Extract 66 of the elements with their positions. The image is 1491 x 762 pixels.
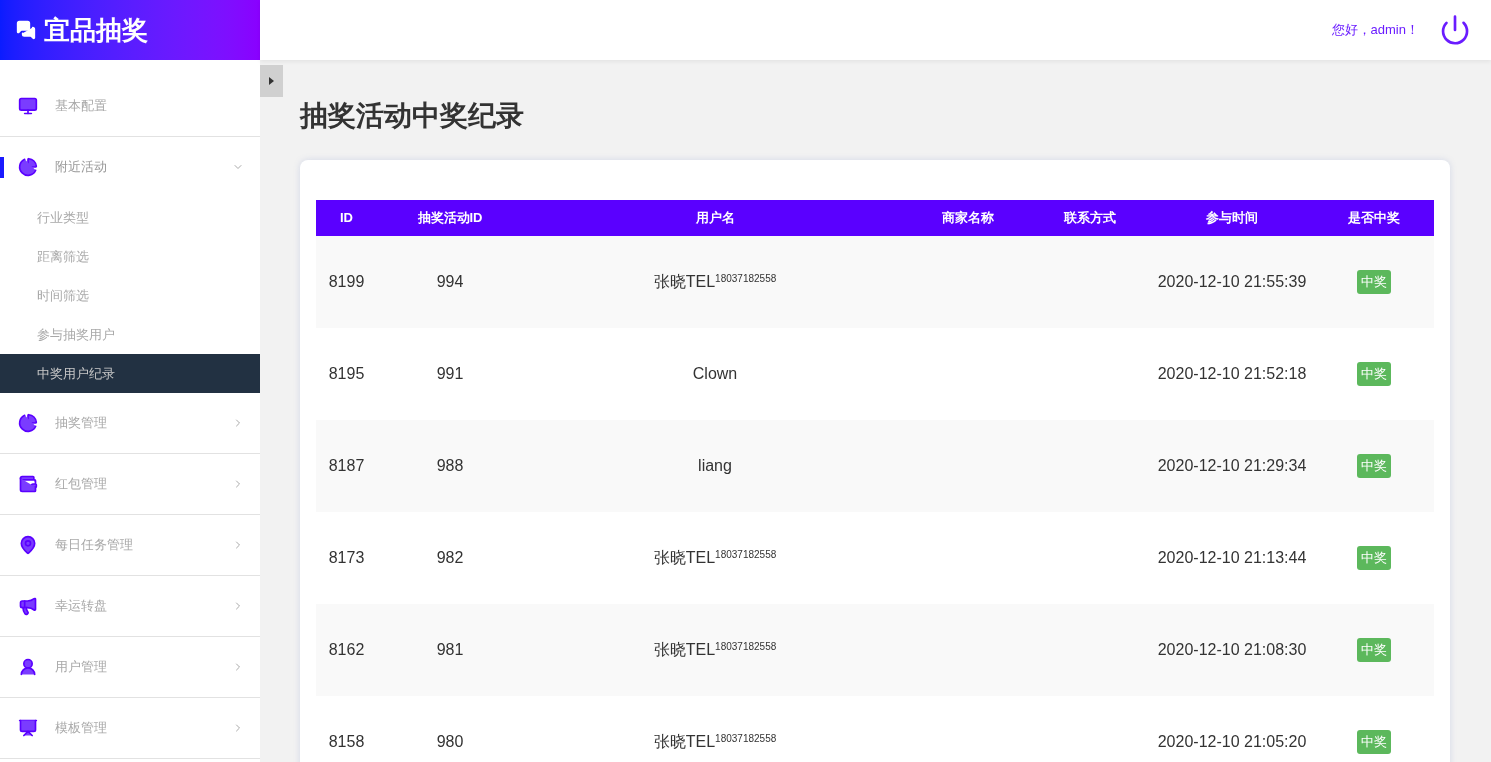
chat-bubbles-icon bbox=[16, 20, 36, 40]
table-cell-text: 8173 bbox=[328, 548, 365, 568]
table-cell-text: Clown bbox=[692, 364, 738, 384]
menu-item[interactable]: 红包管理 bbox=[0, 454, 260, 515]
submenu-item[interactable]: 距离筛选 bbox=[0, 237, 260, 276]
pie-chart-icon bbox=[18, 157, 38, 177]
submenu-item[interactable]: 行业类型 bbox=[0, 198, 260, 237]
menu-item[interactable]: 模板管理 bbox=[0, 698, 260, 759]
table-cell-text: 张晓TEL$^{18037182558}$ bbox=[653, 272, 777, 292]
table-cell-text: 8162 bbox=[328, 640, 365, 660]
user-icon bbox=[18, 657, 38, 677]
menu-item[interactable]: 每日任务管理 bbox=[0, 515, 260, 576]
table-cell-text: 2020-12-10 21:13:44 bbox=[1157, 548, 1307, 568]
menu-item[interactable]: 用户管理 bbox=[0, 637, 260, 698]
greeting-text: 您好，admin！ bbox=[1331, 21, 1419, 40]
table-cell-text: 982 bbox=[436, 548, 464, 568]
column-header: 是否中奖 bbox=[1347, 209, 1401, 228]
monitor-icon bbox=[18, 96, 38, 116]
table-cell-text: 8199 bbox=[328, 272, 365, 292]
sidebar-toggle-button[interactable] bbox=[260, 65, 283, 97]
table-cell-text: 981 bbox=[436, 640, 464, 660]
table-cell-text: 8195 bbox=[328, 364, 365, 384]
power-icon[interactable] bbox=[1439, 14, 1471, 46]
column-header: 商家名称 bbox=[941, 209, 995, 228]
status-badge: 中奖 bbox=[1357, 638, 1391, 662]
board-icon bbox=[18, 718, 38, 738]
menu-item[interactable]: 抽奖管理 bbox=[0, 393, 260, 454]
column-header: ID bbox=[339, 209, 354, 228]
table-cell-text: liang bbox=[698, 456, 732, 476]
table-cell-text: 8158 bbox=[328, 732, 365, 752]
table-cell-text: 2020-12-10 21:05:20 bbox=[1157, 732, 1307, 752]
table-cell-text: 988 bbox=[436, 456, 464, 476]
table-cell-text: 2020-12-10 21:52:18 bbox=[1157, 364, 1307, 384]
wallet-icon bbox=[18, 474, 38, 494]
page-title: 抽奖活动中奖纪录 bbox=[300, 99, 525, 133]
column-header: 联系方式 bbox=[1063, 209, 1117, 228]
status-badge: 中奖 bbox=[1357, 362, 1391, 386]
table-cell-text: 991 bbox=[436, 364, 464, 384]
status-badge: 中奖 bbox=[1357, 270, 1391, 294]
map-pin-icon bbox=[18, 535, 38, 555]
table-cell-text: 2020-12-10 21:08:30 bbox=[1157, 640, 1307, 660]
table-cell-text: 张晓TEL$^{18037182558}$ bbox=[653, 732, 777, 752]
pie-chart-icon bbox=[18, 413, 38, 433]
menu-item[interactable]: 幸运转盘 bbox=[0, 576, 260, 637]
active-indicator bbox=[0, 157, 4, 178]
column-header: 抽奖活动ID bbox=[416, 209, 484, 228]
table-cell-text: 张晓TEL$^{18037182558}$ bbox=[653, 548, 777, 568]
submenu-item[interactable]: 中奖用户纪录 bbox=[0, 354, 260, 393]
table-cell-text: 2020-12-10 21:29:34 bbox=[1157, 456, 1307, 476]
status-badge: 中奖 bbox=[1357, 454, 1391, 478]
submenu-item[interactable]: 时间筛选 bbox=[0, 276, 260, 315]
table-cell-text: 张晓TEL$^{18037182558}$ bbox=[653, 640, 777, 660]
megaphone-icon bbox=[18, 596, 38, 616]
table-cell-text: 2020-12-10 21:55:39 bbox=[1157, 272, 1307, 292]
column-header: 用户名 bbox=[694, 209, 736, 228]
brand-title: 宜品抽奖 bbox=[44, 13, 148, 47]
menu-item[interactable]: 附近活动 bbox=[0, 137, 260, 198]
status-badge: 中奖 bbox=[1357, 546, 1391, 570]
menu-item[interactable]: 基本配置 bbox=[0, 76, 260, 137]
caret-icon bbox=[269, 77, 274, 85]
status-badge: 中奖 bbox=[1357, 730, 1391, 754]
column-header: 参与时间 bbox=[1205, 209, 1259, 228]
table-cell-text: 994 bbox=[436, 272, 464, 292]
submenu-item[interactable]: 参与抽奖用户 bbox=[0, 315, 260, 354]
table-cell-text: 8187 bbox=[328, 456, 365, 476]
table-cell-text: 980 bbox=[436, 732, 464, 752]
